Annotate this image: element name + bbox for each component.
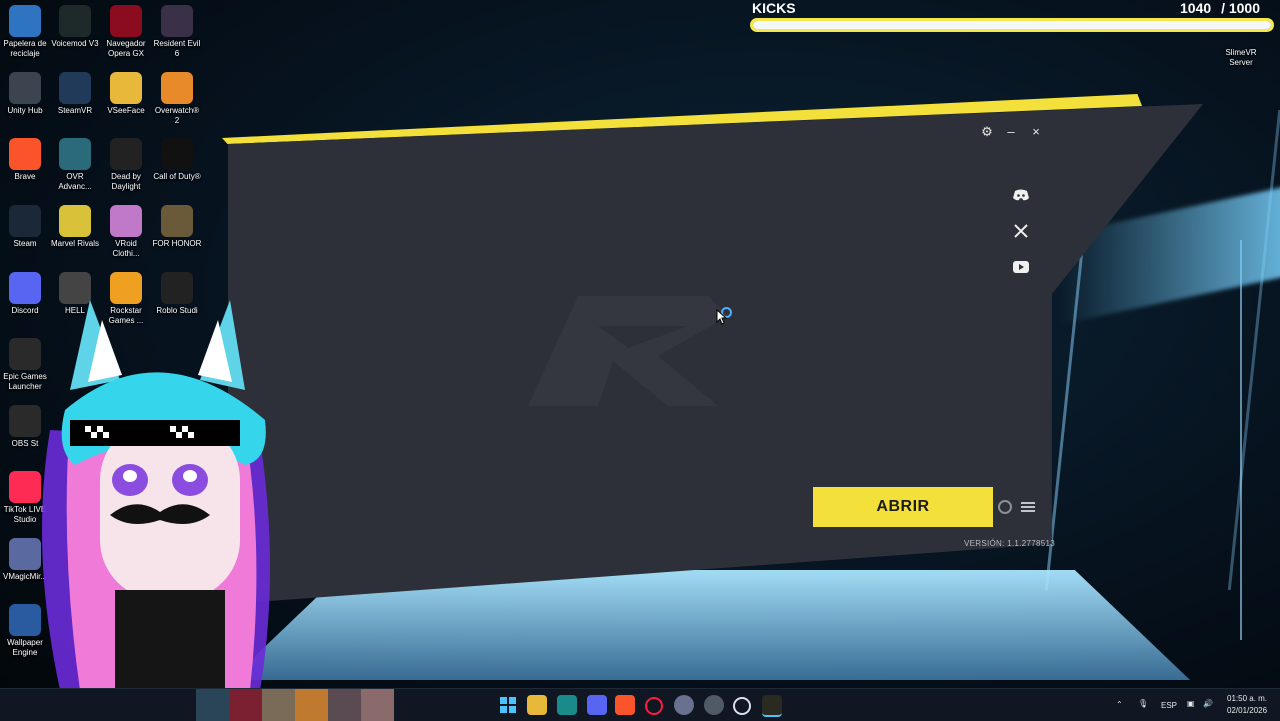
desktop-icon[interactable]: VSeeFace (101, 72, 151, 116)
clock-date[interactable]: 02/01/2026 (1227, 706, 1267, 715)
app-icon (59, 138, 91, 170)
desktop-icon-label: Navegador Opera GX (106, 39, 146, 58)
app-icon (59, 5, 91, 37)
app-icon (9, 72, 41, 104)
app-icon (161, 138, 193, 170)
thumbnail[interactable] (361, 689, 394, 721)
volume-icon[interactable]: 🔊 (1203, 699, 1213, 708)
app-icon (9, 5, 41, 37)
obs-icon[interactable] (733, 697, 751, 715)
brave-icon[interactable] (615, 695, 635, 715)
desktop-icon[interactable]: Call of Duty® (152, 138, 202, 182)
start-icon[interactable] (498, 695, 518, 715)
x-icon[interactable] (1011, 221, 1031, 241)
thumbnail[interactable] (196, 689, 229, 721)
app-icon (110, 72, 142, 104)
discord-icon[interactable] (1011, 185, 1031, 205)
language-indicator[interactable]: ESP (1161, 701, 1177, 710)
gear-icon[interactable] (998, 500, 1012, 514)
settings-icon[interactable]: ⚙ (979, 124, 995, 140)
thumbnail[interactable] (328, 689, 361, 721)
desktop-icon-label: OVR Advanc... (58, 172, 92, 191)
app-icon (161, 205, 193, 237)
app-icon (59, 72, 91, 104)
vmagicmirror-icon[interactable] (674, 695, 694, 715)
app-icon (9, 138, 41, 170)
desktop-icon-label: SlimeVR Server (1225, 48, 1257, 67)
desktop-icon[interactable]: Brave (0, 138, 50, 182)
desktop-icon-label: VSeeFace (107, 106, 145, 115)
desktop-icon-label: VRoid Clothi... (112, 239, 140, 258)
app-icon (110, 205, 142, 237)
desktop-icon-label: Voicemod V3 (51, 39, 99, 48)
kicks-value: 1040 (1180, 0, 1212, 16)
launcher-version: VERSIÓN: 1.1.2778513 (964, 539, 1055, 548)
desktop-icon-label: FOR HONOR (152, 239, 202, 248)
desktop-icon-label: Overwatch® 2 (154, 106, 200, 125)
network-icon[interactable]: ▣ (1187, 699, 1195, 708)
desktop-icon[interactable]: VRoid Clothi... (101, 205, 151, 259)
app-icon (9, 205, 41, 237)
desktop-icon-label: Dead by Daylight (111, 172, 141, 191)
desktop-icon[interactable]: Papelera de reciclaje (0, 5, 50, 59)
desktop-icon[interactable]: Navegador Opera GX (101, 5, 151, 59)
desktop-icon[interactable]: FOR HONOR (152, 205, 202, 249)
desktop-icon-label: Marvel Rivals (50, 239, 99, 248)
app-icon[interactable] (704, 695, 724, 715)
taskbar-thumbnails (196, 689, 394, 721)
minimize-button[interactable]: – (1003, 124, 1019, 140)
thumbnail[interactable] (229, 689, 262, 721)
desktop-icon-label: Call of Duty® (153, 172, 201, 181)
app-icon (59, 205, 91, 237)
app-icon (110, 138, 142, 170)
desktop-icon-label: Steam (13, 239, 37, 248)
desktop-icon[interactable]: OVR Advanc... (50, 138, 100, 192)
abrir-button[interactable]: ABRIR (813, 487, 993, 527)
youtube-icon[interactable] (1011, 257, 1031, 277)
opera-gx-icon[interactable] (645, 697, 663, 715)
slime-icon (1225, 14, 1257, 46)
thumbnail[interactable] (295, 689, 328, 721)
close-button[interactable]: × (1028, 124, 1044, 140)
app-icon (161, 72, 193, 104)
desktop-icon[interactable]: Steam (0, 205, 50, 249)
desktop-icon[interactable]: Marvel Rivals (50, 205, 100, 249)
kicks-label: KICKS (752, 0, 796, 16)
app-icon (161, 5, 193, 37)
desktop-icon-label: SteamVR (57, 106, 93, 115)
desktop-icon-slimevr[interactable]: SlimeVR Server (1216, 14, 1266, 68)
kicks-progress-fill (753, 21, 1271, 29)
desktop-icon[interactable]: Voicemod V3 (50, 5, 100, 49)
vtuber-avatar (42, 300, 270, 690)
capcut-icon[interactable] (557, 695, 577, 715)
desktop-icon[interactable]: SteamVR (50, 72, 100, 116)
discord-taskbar-icon[interactable] (587, 695, 607, 715)
menu-icon[interactable] (1021, 502, 1035, 512)
desktop-icon-label: Resident Evil 6 (153, 39, 201, 58)
kicks-progress-bar (750, 18, 1274, 32)
desktop-icon[interactable]: Dead by Daylight (101, 138, 151, 192)
file-explorer-icon[interactable] (527, 695, 547, 715)
desktop-icon[interactable]: Unity Hub (0, 72, 50, 116)
mouse-cursor-icon (716, 309, 728, 325)
desktop-icon-label: Papelera de reciclaje (3, 39, 47, 58)
marvel-rivals-taskbar-icon[interactable] (762, 695, 782, 717)
desktop-icon-label: Brave (14, 172, 36, 181)
wallpaper-frame-line (1140, 240, 1242, 640)
desktop-icon[interactable]: Resident Evil 6 (152, 5, 202, 59)
clock-time[interactable]: 01:50 a. m. (1227, 694, 1267, 703)
taskbar: ⌃ 🎙 ESP ▣ 🔊 01:50 a. m. 02/01/2026 (0, 688, 1280, 721)
microphone-icon[interactable]: 🎙 (1138, 699, 1148, 708)
launcher-logo-watermark (528, 296, 728, 406)
desktop-icon[interactable]: Overwatch® 2 (152, 72, 202, 126)
thumbnail[interactable] (262, 689, 295, 721)
desktop-icon-label: Unity Hub (7, 106, 43, 115)
chevron-up-icon[interactable]: ⌃ (1116, 700, 1123, 709)
app-icon (110, 5, 142, 37)
